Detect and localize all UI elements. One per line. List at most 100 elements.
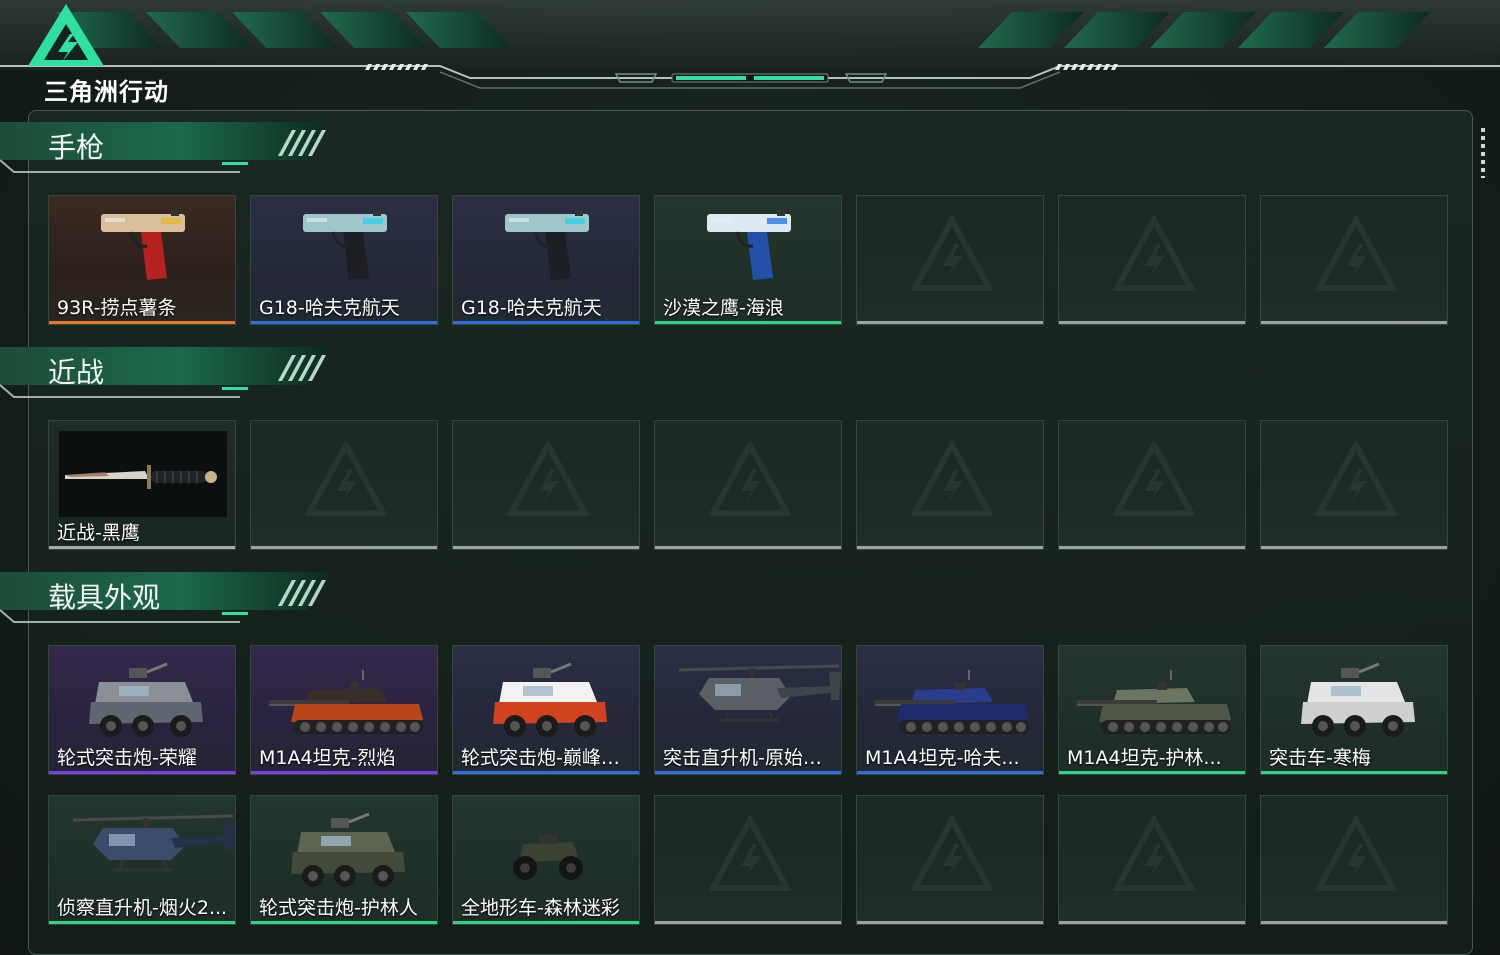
rarity-bar [251, 771, 437, 774]
item-card[interactable]: 轮式突击炮-荣耀 [48, 645, 236, 775]
item-name: M1A4坦克-护林... [1067, 747, 1222, 769]
rarity-bar [857, 321, 1043, 324]
empty-slot[interactable] [1260, 195, 1448, 325]
section-title: 手枪 [48, 131, 105, 164]
rarity-bar [453, 546, 639, 549]
item-name: 侦察直升机-烟火2... [57, 897, 228, 919]
section-header-vehicle: 载具外观 [0, 570, 340, 626]
item-name: 近战-黑鹰 [57, 522, 140, 544]
empty-slot[interactable] [654, 420, 842, 550]
armored-car-icon [1301, 662, 1415, 737]
rarity-bar [1261, 921, 1447, 924]
game-logo-text: 三角洲行动 [44, 78, 169, 106]
rarity-bar [1059, 921, 1245, 924]
item-name: 全地形车-森林迷彩 [461, 897, 620, 919]
rarity-bar [1059, 546, 1245, 549]
top-header: 三角洲行动 [0, 0, 1500, 106]
item-card[interactable]: 轮式突击炮-护林人 [250, 795, 438, 925]
helicopter-icon [678, 664, 841, 722]
item-card[interactable]: G18-哈夫克航天 [452, 195, 640, 325]
item-card[interactable]: M1A4坦克-哈夫... [856, 645, 1044, 775]
item-card[interactable]: M1A4坦克-烈焰 [250, 645, 438, 775]
empty-slot[interactable] [856, 795, 1044, 925]
empty-slot[interactable] [1260, 795, 1448, 925]
item-name: 沙漠之鹰-海浪 [663, 297, 784, 319]
placeholder-logo-icon [1315, 441, 1397, 516]
empty-slot[interactable] [1058, 195, 1246, 325]
item-name: 轮式突击炮-巅峰竞... [461, 747, 635, 769]
item-card[interactable]: G18-哈夫克航天 [250, 195, 438, 325]
item-card[interactable]: 突击车-寒梅 [1260, 645, 1448, 775]
armored-car-icon [291, 812, 405, 887]
placeholder-logo-icon [305, 441, 387, 516]
section-title: 载具外观 [48, 581, 161, 614]
rarity-bar [453, 321, 639, 324]
placeholder-logo-icon [1113, 216, 1195, 291]
rarity-bar [49, 921, 235, 924]
header-decoration [0, 0, 1500, 89]
collection-screen: 三角洲行动 手枪 近战 载具外观 93R-捞点薯条 G18-哈夫克航天 G18-… [0, 0, 1500, 955]
empty-slot[interactable] [1058, 795, 1246, 925]
placeholder-logo-icon [911, 816, 993, 891]
item-name: 突击直升机-原始伪... [663, 747, 837, 769]
item-name: 轮式突击炮-荣耀 [57, 747, 197, 769]
placeholder-logo-icon [911, 441, 993, 516]
rarity-bar [655, 321, 841, 324]
item-card[interactable]: 全地形车-森林迷彩 [452, 795, 640, 925]
section-header-pistol: 手枪 [0, 120, 340, 176]
rarity-bar [857, 921, 1043, 924]
rarity-bar [655, 546, 841, 549]
rarity-bar [453, 771, 639, 774]
empty-slot[interactable] [1058, 420, 1246, 550]
item-name: 轮式突击炮-护林人 [259, 897, 418, 919]
item-name: M1A4坦克-烈焰 [259, 747, 396, 769]
placeholder-logo-icon [1315, 816, 1397, 891]
item-name: 突击车-寒梅 [1269, 747, 1371, 769]
section-header-melee: 近战 [0, 345, 340, 401]
placeholder-logo-icon [709, 441, 791, 516]
rarity-bar [857, 546, 1043, 549]
rarity-bar [49, 321, 235, 324]
item-name: G18-哈夫克航天 [461, 297, 602, 319]
placeholder-logo-icon [709, 816, 791, 891]
placeholder-logo-icon [1315, 216, 1397, 291]
atv-icon [513, 834, 583, 880]
rarity-bar [1261, 771, 1447, 774]
item-card[interactable]: 沙漠之鹰-海浪 [654, 195, 842, 325]
scrollbar-handle[interactable] [1481, 128, 1485, 178]
pistol-icon [505, 210, 589, 280]
knife-icon [59, 431, 227, 517]
rarity-bar [251, 546, 437, 549]
empty-slot[interactable] [1260, 420, 1448, 550]
item-card[interactable]: 突击直升机-原始伪... [654, 645, 842, 775]
item-card[interactable]: 侦察直升机-烟火2... [48, 795, 236, 925]
pistol-icon [707, 210, 791, 280]
tank-icon [1077, 670, 1231, 734]
item-card[interactable]: 近战-黑鹰 [48, 420, 236, 550]
empty-slot[interactable] [654, 795, 842, 925]
placeholder-logo-icon [1113, 441, 1195, 516]
item-name: 93R-捞点薯条 [57, 297, 177, 319]
empty-slot[interactable] [856, 420, 1044, 550]
tank-icon [875, 670, 1029, 734]
rarity-bar [655, 771, 841, 774]
item-card[interactable]: 93R-捞点薯条 [48, 195, 236, 325]
armored-car-icon [89, 662, 203, 737]
section-title: 近战 [48, 356, 105, 389]
placeholder-logo-icon [1113, 816, 1195, 891]
empty-slot[interactable] [856, 195, 1044, 325]
rarity-bar [251, 921, 437, 924]
rarity-bar [1059, 771, 1245, 774]
pistol-icon [101, 210, 185, 280]
empty-slot[interactable] [250, 420, 438, 550]
rarity-bar [49, 546, 235, 549]
armored-car-icon [493, 662, 607, 737]
rarity-bar [1261, 321, 1447, 324]
helicopter-icon [72, 814, 235, 872]
pistol-icon [303, 210, 387, 280]
rarity-bar [251, 321, 437, 324]
item-card[interactable]: 轮式突击炮-巅峰竞... [452, 645, 640, 775]
empty-slot[interactable] [452, 420, 640, 550]
rarity-bar [453, 921, 639, 924]
item-card[interactable]: M1A4坦克-护林... [1058, 645, 1246, 775]
